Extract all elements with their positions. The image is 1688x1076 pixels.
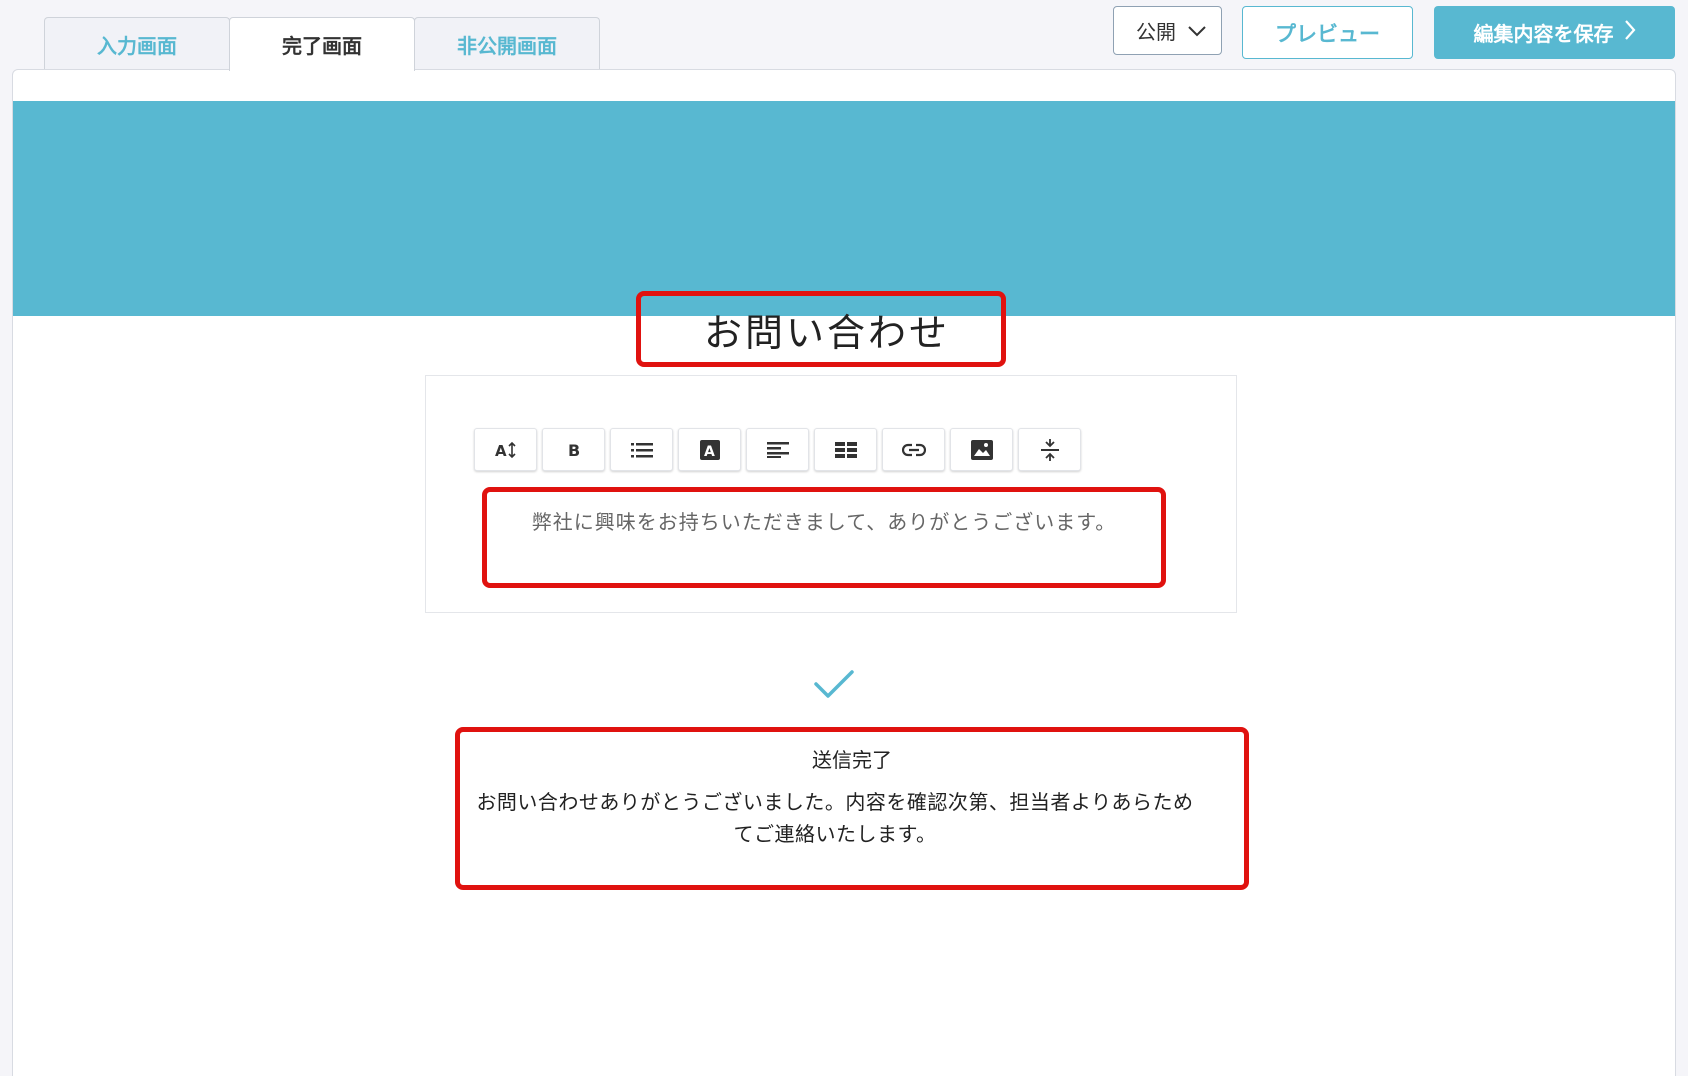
page-title-highlight: お問い合わせ xyxy=(636,291,1006,367)
table-icon xyxy=(834,441,857,458)
preview-button[interactable]: プレビュー xyxy=(1242,6,1413,59)
editor-content[interactable]: 弊社に興味をお持ちいただきまして、ありがとうございます。 xyxy=(487,506,1161,535)
bold-icon: B xyxy=(568,441,580,459)
screen-tabs: 入力画面 完了画面 非公開画面 xyxy=(44,17,600,71)
tab-private-screen[interactable]: 非公開画面 xyxy=(414,17,600,70)
svg-text:A: A xyxy=(704,444,715,460)
header-banner[interactable] xyxy=(13,101,1675,316)
editor-toolbar: A B A xyxy=(474,428,1081,471)
svg-text:B: B xyxy=(568,441,580,459)
check-icon xyxy=(813,668,855,706)
save-button[interactable]: 編集内容を保存 xyxy=(1434,6,1675,59)
completion-message-highlight: 送信完了 お問い合わせありがとうございました。内容を確認次第、担当者よりあらため… xyxy=(455,727,1249,890)
bold-button[interactable]: B xyxy=(542,428,605,471)
link-button[interactable] xyxy=(882,428,945,471)
save-button-label: 編集内容を保存 xyxy=(1473,22,1614,46)
completion-title[interactable]: 送信完了 xyxy=(460,744,1244,773)
editor-text-highlight: 弊社に興味をお持ちいただきまして、ありがとうございます。 xyxy=(482,487,1166,588)
tab-input-screen[interactable]: 入力画面 xyxy=(44,17,230,70)
align-icon xyxy=(766,441,789,458)
link-icon xyxy=(901,443,926,456)
table-button[interactable] xyxy=(814,428,877,471)
list-icon xyxy=(630,442,653,457)
tab-complete-screen[interactable]: 完了画面 xyxy=(229,17,415,71)
chevron-right-icon xyxy=(1624,19,1636,46)
list-button[interactable] xyxy=(610,428,673,471)
font-size-button[interactable]: A xyxy=(474,428,537,471)
image-button[interactable] xyxy=(950,428,1013,471)
chevron-down-icon xyxy=(1187,19,1207,43)
page-title[interactable]: お問い合わせ xyxy=(692,302,950,357)
publish-status-select[interactable]: 公開 xyxy=(1113,6,1222,55)
font-size-icon: A xyxy=(495,441,516,460)
image-icon xyxy=(970,439,993,460)
svg-text:A: A xyxy=(495,442,507,460)
align-button[interactable] xyxy=(746,428,809,471)
divider-icon xyxy=(1040,438,1059,461)
text-color-icon: A xyxy=(699,439,720,460)
completion-message[interactable]: お問い合わせありがとうございました。内容を確認次第、担当者よりあらためてご連絡い… xyxy=(470,786,1200,850)
text-color-button[interactable]: A xyxy=(678,428,741,471)
publish-status-value: 公開 xyxy=(1136,20,1176,44)
divider-button[interactable] xyxy=(1018,428,1081,471)
